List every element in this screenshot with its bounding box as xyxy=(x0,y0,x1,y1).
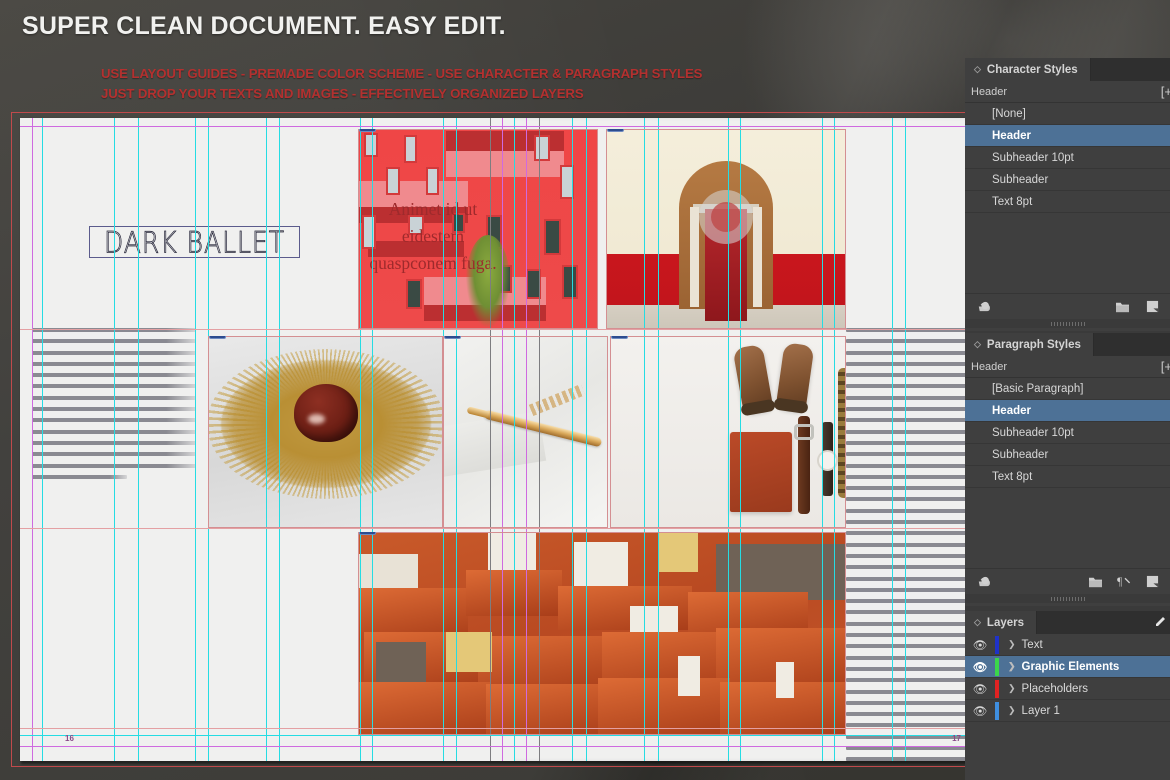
character-styles-list[interactable]: [None] Header Subheader 10pt Subheader T… xyxy=(965,103,1170,213)
layer-row-layer-1[interactable]: 👁 ❯ Layer 1 xyxy=(965,700,1170,722)
image-frame-chestnut[interactable] xyxy=(208,336,443,528)
panel-layers[interactable]: ◇ Layers 👁 ❯ Text 👁 ❯ Graphic Elements 👁 xyxy=(965,611,1170,780)
pencil-icon xyxy=(1156,617,1165,626)
tab-layers-label: Layers xyxy=(986,616,1025,629)
promo-subtitle: USE LAYOUT GUIDES - PREMADE COLOR SCHEME… xyxy=(101,64,861,104)
layer-label: Layer 1 xyxy=(1021,704,1060,717)
style-item-header[interactable]: Header xyxy=(965,400,1170,422)
layers-empty-area xyxy=(965,722,1170,778)
paragraph-styles-empty-area xyxy=(965,488,1170,568)
add-style-icon[interactable]: [+ xyxy=(1161,359,1170,374)
placeholder-badge-icon xyxy=(209,336,226,339)
layer-row-text[interactable]: 👁 ❯ Text xyxy=(965,634,1170,656)
paragraph-styles-current-style: Header [+ xyxy=(965,356,1170,378)
paragraph-styles-tabbar[interactable]: ◇ Paragraph Styles xyxy=(965,333,1170,356)
layer-label: Placeholders xyxy=(1021,682,1089,695)
tab-character-styles[interactable]: ◇ Character Styles xyxy=(965,58,1091,81)
layer-row-placeholders[interactable]: 👁 ❯ Placeholders xyxy=(965,678,1170,700)
style-item-text-8pt[interactable]: Text 8pt xyxy=(965,191,1170,213)
panel-grip-icon: ◇ xyxy=(974,617,981,627)
style-item-none[interactable]: [None] xyxy=(965,103,1170,125)
image-frame-red-door[interactable] xyxy=(606,129,846,329)
tab-paragraph-styles-label: Paragraph Styles xyxy=(986,338,1081,351)
placeholder-badge-icon xyxy=(607,129,624,132)
style-item-header[interactable]: Header xyxy=(965,125,1170,147)
chevron-right-icon[interactable]: ❯ xyxy=(1008,661,1016,672)
clear-attributes-pilcrow-icon[interactable]: ¶ xyxy=(1117,575,1132,588)
folio-right: 17 xyxy=(952,734,961,743)
promo-subtitle-line-1: USE LAYOUT GUIDES - PREMADE COLOR SCHEME… xyxy=(101,66,703,81)
new-group-folder-icon[interactable] xyxy=(1115,300,1130,313)
clear-overrides-icon[interactable] xyxy=(975,575,990,588)
promo-subtitle-line-2: JUST DROP YOUR TEXTS AND IMAGES - EFFECT… xyxy=(101,86,584,101)
paragraph-styles-footer[interactable]: ¶ xyxy=(965,568,1170,594)
image-frame-mens-flatlay[interactable] xyxy=(610,336,846,528)
character-styles-footer[interactable] xyxy=(965,293,1170,319)
layer-color-swatch xyxy=(995,657,999,676)
placeholder-badge-icon xyxy=(611,336,628,339)
paragraph-styles-list[interactable]: [Basic Paragraph] Header Subheader 10pt … xyxy=(965,378,1170,488)
character-styles-current-label: Header xyxy=(971,85,1008,98)
style-item-subheader[interactable]: Subheader xyxy=(965,444,1170,466)
style-item-subheader[interactable]: Subheader xyxy=(965,169,1170,191)
eye-icon[interactable]: 👁 xyxy=(965,704,995,718)
image-frame-city-rooftops[interactable] xyxy=(358,532,846,735)
layer-color-swatch xyxy=(995,679,999,698)
red-arched-door-image xyxy=(606,129,846,329)
character-styles-resize-grip[interactable] xyxy=(965,319,1170,328)
image-frame-gold-pen[interactable] xyxy=(443,336,608,528)
document-canvas[interactable]: DARK BALLET Animet id ut eidestem quaspc… xyxy=(11,112,1023,772)
panel-character-styles[interactable]: ◇ Character Styles Header [+ [None] Head… xyxy=(965,58,1170,331)
character-styles-tabbar[interactable]: ◇ Character Styles xyxy=(965,58,1170,81)
placeholder-badge-icon xyxy=(444,336,461,339)
tab-paragraph-styles[interactable]: ◇ Paragraph Styles xyxy=(965,333,1094,356)
city-rooftops-image xyxy=(358,532,846,735)
chestnut-in-burr-image xyxy=(208,336,443,528)
style-item-text-8pt[interactable]: Text 8pt xyxy=(965,466,1170,488)
panel-grip-icon: ◇ xyxy=(974,339,981,349)
pull-quote: Animet id ut eidestem quaspconem fuga. xyxy=(369,199,497,273)
layer-color-swatch xyxy=(995,701,999,720)
folio-left: 16 xyxy=(65,734,74,743)
new-group-folder-icon[interactable] xyxy=(1088,575,1103,588)
tab-character-styles-label: Character Styles xyxy=(986,63,1078,76)
eye-icon[interactable]: 👁 xyxy=(965,660,995,674)
document-spread[interactable]: DARK BALLET Animet id ut eidestem quaspc… xyxy=(20,118,1009,761)
layers-list[interactable]: 👁 ❯ Text 👁 ❯ Graphic Elements 👁 ❯ Placeh… xyxy=(965,617,1170,722)
eye-icon[interactable]: 👁 xyxy=(965,638,995,652)
panel-grip-icon: ◇ xyxy=(974,64,981,74)
mens-flatlay-image xyxy=(610,336,846,528)
add-style-icon[interactable]: [+ xyxy=(1161,84,1170,99)
chevron-right-icon[interactable]: ❯ xyxy=(1008,683,1016,694)
chevron-right-icon[interactable]: ❯ xyxy=(1008,639,1016,650)
style-item-basic-paragraph[interactable]: [Basic Paragraph] xyxy=(965,378,1170,400)
character-styles-current-style: Header [+ xyxy=(965,81,1170,103)
paragraph-styles-current-label: Header xyxy=(971,360,1008,373)
layer-color-swatch xyxy=(995,635,999,654)
new-style-icon[interactable] xyxy=(1145,300,1160,313)
svg-text:¶: ¶ xyxy=(1117,576,1122,588)
layers-tabbar[interactable]: ◇ Layers xyxy=(965,611,1170,634)
promo-title: SUPER CLEAN DOCUMENT. EASY EDIT. xyxy=(22,12,506,40)
layer-label: Graphic Elements xyxy=(1021,660,1120,673)
character-styles-empty-area xyxy=(965,213,1170,293)
headline-text-frame[interactable]: DARK BALLET xyxy=(89,224,300,260)
tab-layers[interactable]: ◇ Layers xyxy=(965,611,1038,634)
headline-text: DARK BALLET xyxy=(103,224,286,260)
paragraph-styles-resize-grip[interactable] xyxy=(965,594,1170,603)
placeholder-badge-icon xyxy=(359,129,376,132)
gold-pen-on-marble-image xyxy=(443,336,608,528)
panel-paragraph-styles[interactable]: ◇ Paragraph Styles Header [+ [Basic Para… xyxy=(965,333,1170,606)
panel-dock[interactable]: ◇ Character Styles Header [+ [None] Head… xyxy=(965,58,1170,780)
eye-icon[interactable]: 👁 xyxy=(965,682,995,696)
new-style-icon[interactable] xyxy=(1145,575,1160,588)
clear-overrides-icon[interactable] xyxy=(975,300,990,313)
layer-row-graphic-elements[interactable]: 👁 ❯ Graphic Elements xyxy=(965,617,1170,678)
style-item-subheader-10pt[interactable]: Subheader 10pt xyxy=(965,147,1170,169)
placeholder-badge-icon xyxy=(359,532,376,535)
style-item-subheader-10pt[interactable]: Subheader 10pt xyxy=(965,422,1170,444)
body-text-left[interactable] xyxy=(32,328,196,486)
layer-label: Text xyxy=(1021,638,1043,651)
chevron-right-icon[interactable]: ❯ xyxy=(1008,705,1016,716)
